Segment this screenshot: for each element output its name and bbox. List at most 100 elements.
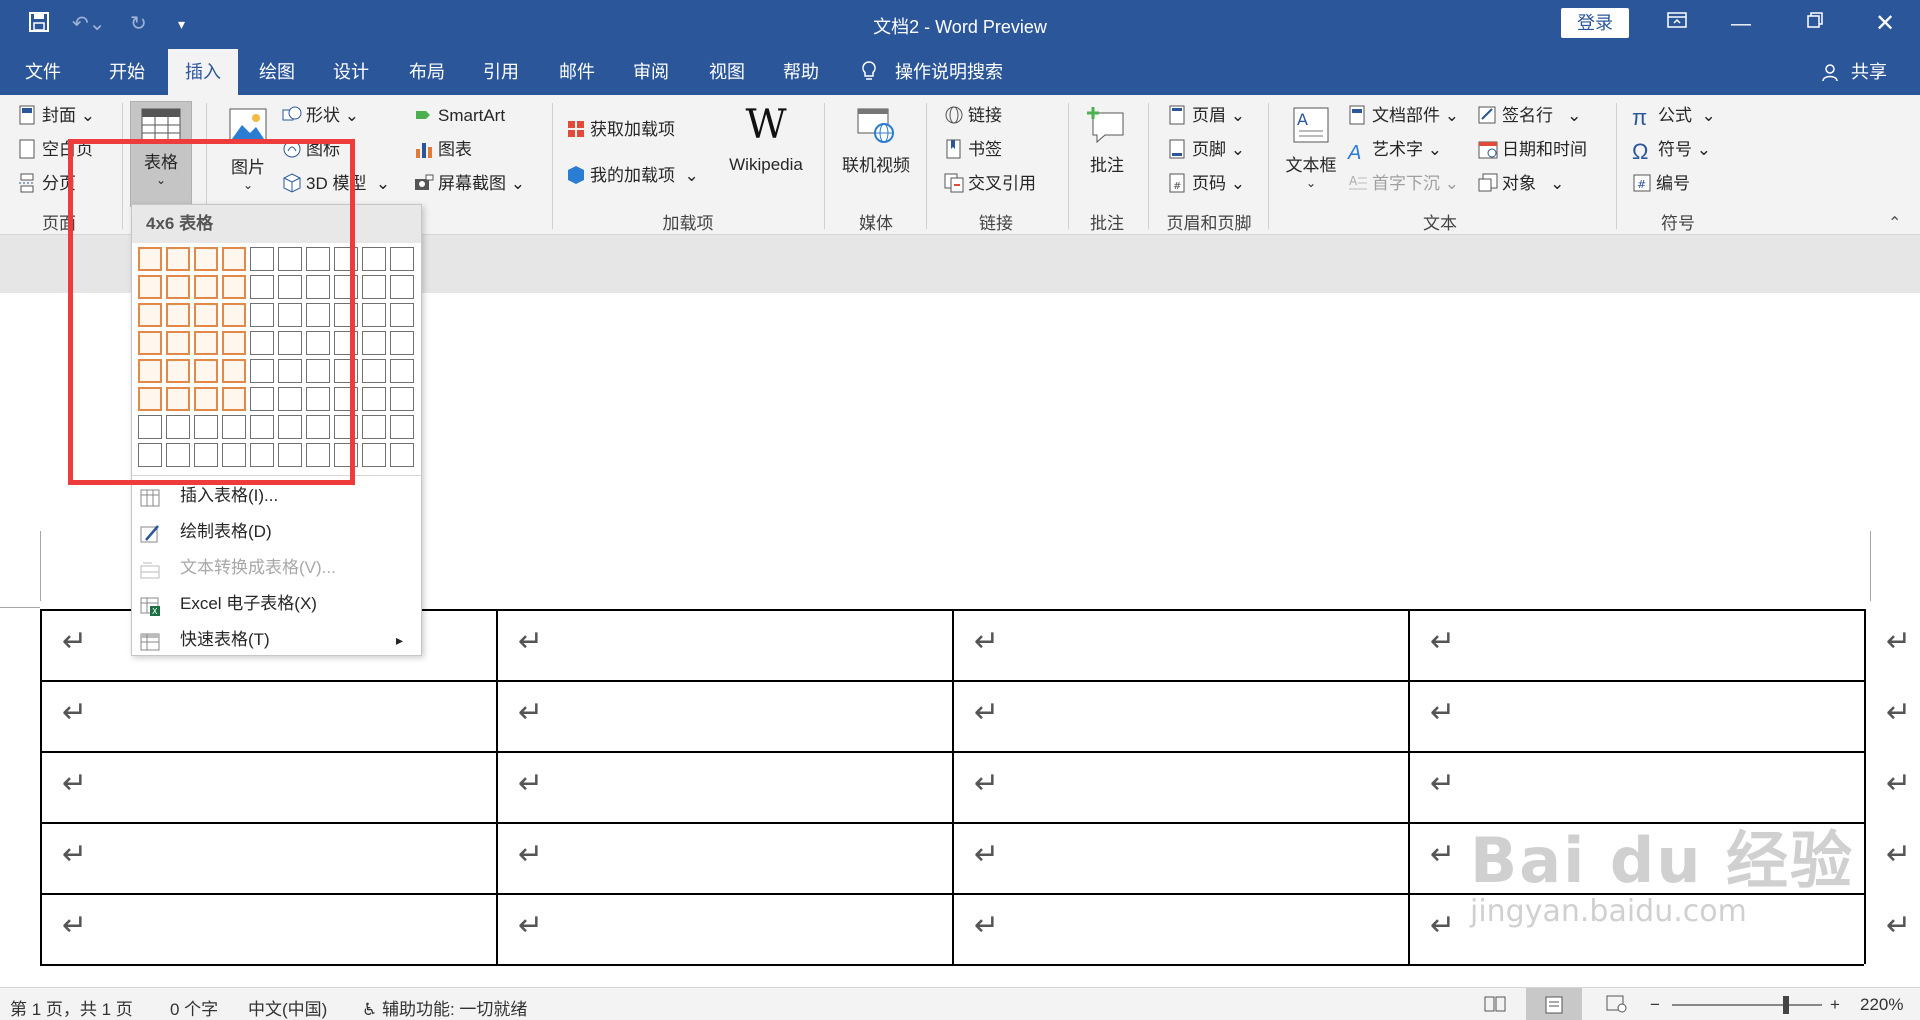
cross-reference-button[interactable]: 交叉引用 bbox=[944, 173, 1036, 195]
ribbon-display-icon[interactable] bbox=[1662, 10, 1692, 38]
page-number-button[interactable]: # 页码 ⌄ bbox=[1168, 173, 1245, 195]
get-addins-button[interactable]: 获取加载项 bbox=[566, 119, 675, 141]
grid-cell[interactable] bbox=[362, 331, 386, 355]
page-count[interactable]: 第 1 页，共 1 页 bbox=[10, 995, 133, 1020]
symbol-button[interactable]: Ω 符号 ⌄ bbox=[1632, 139, 1711, 163]
zoom-level[interactable]: 220% bbox=[1860, 995, 1903, 1015]
grid-cell[interactable] bbox=[390, 443, 414, 467]
paragraph-mark[interactable]: ↵ bbox=[518, 840, 543, 870]
share-button[interactable]: 共享 bbox=[1820, 49, 1887, 95]
tab-references[interactable]: 引用 bbox=[468, 49, 534, 95]
shapes-button[interactable]: 形状 ⌄ bbox=[282, 105, 359, 127]
grid-cell[interactable] bbox=[362, 275, 386, 299]
paragraph-mark[interactable]: ↵ bbox=[518, 627, 543, 657]
minimize-icon[interactable]: — bbox=[1726, 10, 1756, 38]
paragraph-mark[interactable]: ↵ bbox=[974, 911, 999, 941]
tell-me-search[interactable]: 操作说明搜索 bbox=[860, 49, 1003, 95]
header-button[interactable]: 页眉 ⌄ bbox=[1168, 105, 1245, 127]
zoom-slider[interactable] bbox=[1672, 1004, 1822, 1006]
smartart-button[interactable]: SmartArt bbox=[414, 105, 505, 127]
word-count[interactable]: 0 个字 bbox=[170, 995, 218, 1020]
zoom-out-button[interactable]: − bbox=[1650, 995, 1660, 1015]
login-button[interactable]: 登录 bbox=[1561, 8, 1629, 38]
paragraph-mark[interactable]: ↵ bbox=[518, 911, 543, 941]
tab-layout[interactable]: 布局 bbox=[394, 49, 460, 95]
paragraph-mark[interactable]: ↵ bbox=[974, 840, 999, 870]
paragraph-mark[interactable]: ↵ bbox=[1886, 698, 1911, 728]
paragraph-mark[interactable]: ↵ bbox=[1430, 698, 1455, 728]
tab-file[interactable]: 文件 bbox=[10, 49, 76, 95]
collapse-ribbon-icon[interactable]: ⌃ bbox=[1888, 213, 1901, 233]
date-time-button[interactable]: 日期和时间 bbox=[1478, 139, 1587, 161]
quick-tables-item[interactable]: 快速表格(T) ▸ bbox=[132, 623, 421, 657]
tab-insert[interactable]: 插入 bbox=[168, 49, 238, 95]
accessibility-status[interactable]: ♿ 辅助功能: 一切就绪 bbox=[362, 995, 527, 1020]
restore-icon[interactable] bbox=[1800, 10, 1830, 38]
paragraph-mark[interactable]: ↵ bbox=[974, 627, 999, 657]
grid-cell[interactable] bbox=[390, 275, 414, 299]
grid-cell[interactable] bbox=[362, 443, 386, 467]
tab-mailings[interactable]: 邮件 bbox=[544, 49, 610, 95]
paragraph-mark[interactable]: ↵ bbox=[974, 769, 999, 799]
cover-page-button[interactable]: 封面 ⌄ bbox=[18, 105, 95, 127]
paragraph-mark[interactable]: ↵ bbox=[518, 698, 543, 728]
paragraph-mark[interactable]: ↵ bbox=[62, 911, 87, 941]
text-box-button[interactable]: A 文本框 ⌄ bbox=[1280, 105, 1342, 190]
excel-spreadsheet-item[interactable]: X Excel 电子表格(X) bbox=[132, 587, 421, 621]
grid-cell[interactable] bbox=[362, 247, 386, 271]
grid-cell[interactable] bbox=[362, 415, 386, 439]
grid-cell[interactable] bbox=[362, 359, 386, 383]
tab-review[interactable]: 审阅 bbox=[618, 49, 684, 95]
tab-draw[interactable]: 绘图 bbox=[244, 49, 310, 95]
language[interactable]: 中文(中国) bbox=[248, 995, 327, 1020]
zoom-slider-thumb[interactable] bbox=[1783, 996, 1789, 1014]
grid-cell[interactable] bbox=[362, 303, 386, 327]
paragraph-mark[interactable]: ↵ bbox=[62, 627, 87, 657]
equation-button[interactable]: π 公式 ⌄ bbox=[1632, 105, 1716, 129]
paragraph-mark[interactable]: ↵ bbox=[1886, 769, 1911, 799]
paragraph-mark[interactable]: ↵ bbox=[1430, 840, 1455, 870]
paragraph-mark[interactable]: ↵ bbox=[1886, 911, 1911, 941]
grid-cell[interactable] bbox=[390, 247, 414, 271]
wordart-button[interactable]: A 艺术字 ⌄ bbox=[1348, 139, 1442, 164]
paragraph-mark[interactable]: ↵ bbox=[518, 769, 543, 799]
grid-cell[interactable] bbox=[362, 387, 386, 411]
tab-help[interactable]: 帮助 bbox=[768, 49, 834, 95]
tab-view[interactable]: 视图 bbox=[694, 49, 760, 95]
paragraph-mark[interactable]: ↵ bbox=[62, 769, 87, 799]
print-layout-icon[interactable] bbox=[1526, 988, 1582, 1020]
wikipedia-button[interactable]: W Wikipedia bbox=[718, 105, 814, 175]
paragraph-mark[interactable]: ↵ bbox=[1430, 627, 1455, 657]
paragraph-mark[interactable]: ↵ bbox=[1886, 627, 1911, 657]
close-icon[interactable]: ✕ bbox=[1870, 10, 1900, 38]
read-mode-icon[interactable] bbox=[1484, 995, 1506, 1018]
paragraph-mark[interactable]: ↵ bbox=[62, 840, 87, 870]
paragraph-mark[interactable]: ↵ bbox=[1430, 911, 1455, 941]
paragraph-mark[interactable]: ↵ bbox=[62, 698, 87, 728]
paragraph-mark[interactable]: ↵ bbox=[1886, 840, 1911, 870]
grid-cell[interactable] bbox=[390, 331, 414, 355]
zoom-in-button[interactable]: + bbox=[1830, 995, 1840, 1015]
my-addins-button[interactable]: 我的加载项 ⌄ bbox=[566, 165, 699, 187]
tab-design[interactable]: 设计 bbox=[318, 49, 384, 95]
tab-home[interactable]: 开始 bbox=[92, 49, 162, 95]
paragraph-mark[interactable]: ↵ bbox=[1430, 769, 1455, 799]
number-button[interactable]: # 编号 bbox=[1632, 173, 1690, 195]
online-video-button[interactable]: 联机视频 bbox=[832, 105, 920, 176]
grid-cell[interactable] bbox=[390, 387, 414, 411]
footer-button[interactable]: 页脚 ⌄ bbox=[1168, 139, 1245, 161]
link-button[interactable]: 链接 bbox=[944, 105, 1002, 127]
grid-cell[interactable] bbox=[390, 415, 414, 439]
grid-cell[interactable] bbox=[390, 359, 414, 383]
object-button[interactable]: 对象 ⌄ bbox=[1478, 173, 1564, 195]
comment-button[interactable]: 批注 bbox=[1076, 105, 1138, 176]
web-layout-icon[interactable] bbox=[1606, 995, 1628, 1018]
draw-table-item[interactable]: 绘制表格(D) bbox=[132, 515, 421, 549]
grid-cell[interactable] bbox=[390, 303, 414, 327]
signature-line-button[interactable]: 签名行 ⌄ bbox=[1478, 105, 1581, 127]
screenshot-button[interactable]: 屏幕截图 ⌄ bbox=[414, 173, 525, 195]
chart-button[interactable]: 图表 bbox=[414, 139, 472, 161]
paragraph-mark[interactable]: ↵ bbox=[974, 698, 999, 728]
bookmark-button[interactable]: 书签 bbox=[944, 139, 1002, 161]
quick-parts-button[interactable]: 文档部件 ⌄ bbox=[1348, 105, 1459, 127]
